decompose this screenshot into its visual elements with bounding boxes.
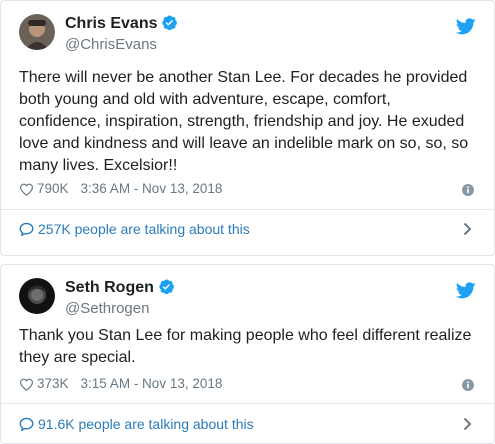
tweet-feed: Chris Evans @ChrisEvans There will never… xyxy=(0,0,495,444)
info-icon[interactable] xyxy=(462,184,474,196)
avatar[interactable] xyxy=(19,278,55,314)
tweet-text: There will never be another Stan Lee. Fo… xyxy=(19,69,469,174)
tweet-card[interactable]: Seth Rogen @Sethrogen Thank you Stan Lee… xyxy=(0,264,495,444)
author-handle[interactable]: @Sethrogen xyxy=(65,300,149,318)
author-name-text: Chris Evans xyxy=(65,15,158,32)
author-name-text: Seth Rogen xyxy=(65,279,154,296)
divider xyxy=(1,403,494,404)
heart-icon[interactable] xyxy=(19,378,34,391)
like-count[interactable]: 790K xyxy=(37,180,69,198)
info-icon[interactable] xyxy=(462,379,474,391)
chevron-right-icon[interactable] xyxy=(463,222,472,236)
talking-about-text: 257K people are talking about this xyxy=(38,221,250,237)
heart-icon[interactable] xyxy=(19,183,34,196)
tweet-timestamp[interactable]: 3:15 AM - Nov 13, 2018 xyxy=(81,375,223,393)
author-name[interactable]: Chris Evans xyxy=(65,14,178,34)
avatar[interactable] xyxy=(19,14,55,50)
speech-bubble-icon xyxy=(19,417,34,431)
tweet-meta: 790K 3:36 AM - Nov 13, 2018 xyxy=(19,180,222,198)
verified-badge-icon xyxy=(162,15,178,31)
verified-badge-icon xyxy=(159,279,174,295)
like-count[interactable]: 373K xyxy=(37,375,69,393)
chevron-right-icon[interactable] xyxy=(463,417,472,431)
tweet-card[interactable]: Chris Evans @ChrisEvans There will never… xyxy=(0,0,495,256)
speech-bubble-icon xyxy=(19,222,34,236)
twitter-bird-icon[interactable] xyxy=(456,282,476,299)
tweet-meta: 373K 3:15 AM - Nov 13, 2018 xyxy=(19,375,222,393)
tweet-timestamp[interactable]: 3:36 AM - Nov 13, 2018 xyxy=(81,180,223,198)
twitter-bird-icon[interactable] xyxy=(456,18,476,35)
talking-about-link[interactable]: 91.6K people are talking about this xyxy=(19,415,254,433)
talking-about-link[interactable]: 257K people are talking about this xyxy=(19,220,250,238)
divider xyxy=(1,209,494,210)
author-handle[interactable]: @ChrisEvans xyxy=(65,36,157,54)
tweet-text: Thank you Stan Lee for making people who… xyxy=(19,327,472,366)
author-name[interactable]: Seth Rogen xyxy=(65,278,175,298)
talking-about-text: 91.6K people are talking about this xyxy=(38,416,254,432)
